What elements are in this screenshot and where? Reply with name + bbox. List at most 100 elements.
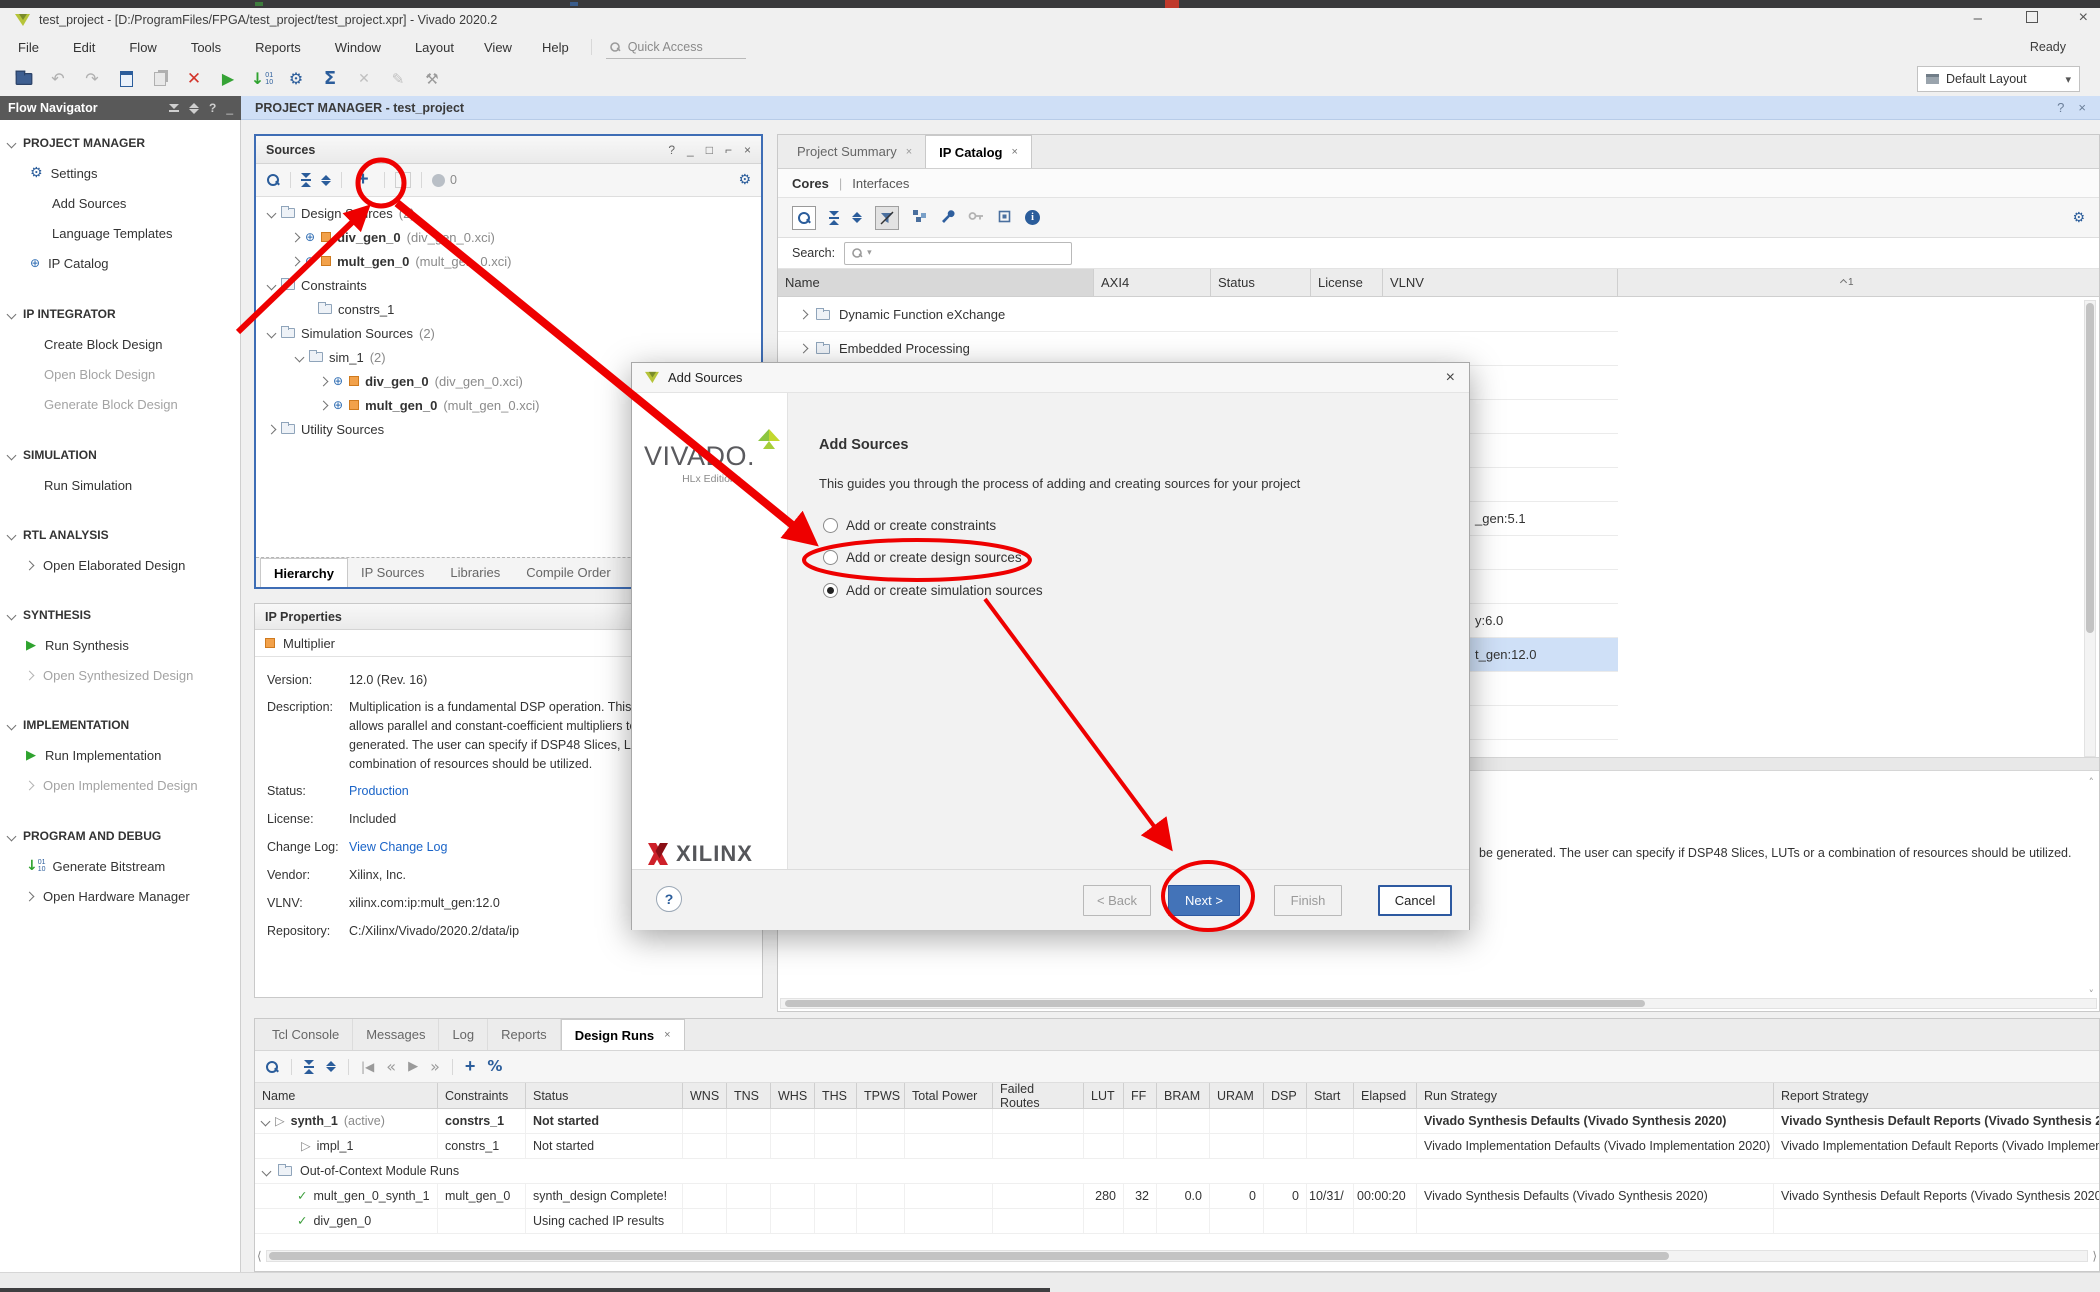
tab-ip-sources[interactable]: IP Sources (348, 558, 437, 587)
sidebar-item-language-templates[interactable]: Language Templates (0, 218, 240, 248)
close-icon[interactable]: × (744, 143, 751, 157)
dialog-title-bar[interactable]: Add Sources × (632, 363, 1469, 393)
tab-log[interactable]: Log (439, 1019, 488, 1050)
expand-all-icon[interactable] (326, 1061, 336, 1072)
tab-ip-catalog[interactable]: IP Catalog× (925, 135, 1032, 168)
col-constraints[interactable]: Constraints (438, 1083, 526, 1108)
expand-all-icon[interactable] (852, 212, 862, 223)
expand-all-icon[interactable] (189, 103, 199, 114)
open-project-icon[interactable] (12, 67, 36, 91)
col-status[interactable]: Status (526, 1083, 683, 1108)
help-button[interactable]: ? (656, 886, 682, 912)
radio-add-design-sources[interactable]: Add or create design sources (823, 550, 1022, 565)
copy-icon[interactable] (148, 67, 172, 91)
minimize-panel-icon[interactable]: _ (226, 101, 233, 115)
section-program-debug[interactable]: PROGRAM AND DEBUG (0, 821, 240, 851)
menu-file[interactable]: File (18, 40, 39, 55)
menu-view[interactable]: View (484, 40, 512, 55)
run-row-ooc-group[interactable]: Out-of-Context Module Runs (255, 1159, 2099, 1184)
tree-item-div-gen[interactable]: ⊕div_gen_0(div_gen_0.xci) (256, 225, 761, 249)
scrollbar-thumb[interactable] (269, 1252, 1669, 1260)
sidebar-item-run-simulation[interactable]: Run Simulation (0, 470, 240, 500)
col-bram[interactable]: BRAM (1157, 1083, 1210, 1108)
info-icon[interactable]: i (1025, 210, 1040, 225)
scroll-left-icon[interactable]: ⟨ (257, 1250, 262, 1262)
help-icon[interactable]: ? (2057, 100, 2064, 115)
sidebar-item-generate-bitstream[interactable]: ↓0110Generate Bitstream (0, 851, 240, 881)
sources-panel-header[interactable]: Sources ? _ □ ⌐ × (256, 136, 761, 164)
collapse-all-icon[interactable] (829, 211, 839, 225)
tab-reports[interactable]: Reports (488, 1019, 561, 1050)
float-panel-icon[interactable]: ⌐ (725, 143, 732, 157)
search-icon[interactable] (265, 1060, 279, 1074)
filter-toggle-icon[interactable] (875, 206, 899, 230)
catalog-hscrollbar[interactable] (780, 998, 2097, 1009)
col-dsp[interactable]: DSP (1264, 1083, 1307, 1108)
settings-gear-icon[interactable]: ⚙ (284, 67, 308, 91)
sidebar-item-run-synthesis[interactable]: ▶Run Synthesis (0, 630, 240, 660)
run-row-synth1[interactable]: ▷synth_1(active) constrs_1 Not started V… (255, 1109, 2099, 1134)
catalog-vscrollbar[interactable] (2084, 300, 2096, 757)
cancel-button[interactable]: Cancel (1378, 885, 1452, 916)
tab-hierarchy[interactable]: Hierarchy (260, 558, 348, 587)
next-button[interactable]: Next > (1168, 885, 1240, 916)
col-lut[interactable]: LUT (1084, 1083, 1124, 1108)
collapse-all-icon[interactable] (301, 173, 311, 187)
section-implementation[interactable]: IMPLEMENTATION (0, 710, 240, 740)
status-link[interactable]: Production (349, 782, 409, 801)
col-ths[interactable]: THS (815, 1083, 857, 1108)
help-icon[interactable]: ? (209, 101, 216, 115)
report-icon[interactable] (114, 67, 138, 91)
col-ff[interactable]: FF (1124, 1083, 1157, 1108)
run-row-impl1[interactable]: ▷impl_1 constrs_1 Not started Vivado Imp… (255, 1134, 2099, 1159)
sidebar-item-run-implementation[interactable]: ▶Run Implementation (0, 740, 240, 770)
create-run-button[interactable]: + (465, 1056, 476, 1077)
tree-item-constrs-1[interactable]: constrs_1 (256, 297, 761, 321)
col-tpws[interactable]: TPWS (857, 1083, 905, 1108)
runs-hscrollbar[interactable]: ⟨ ⟩ (257, 1249, 2097, 1263)
menu-layout[interactable]: Layout (415, 40, 454, 55)
tree-item-mult-gen[interactable]: ⊕mult_gen_0(mult_gen_0.xci) (256, 249, 761, 273)
col-tns[interactable]: TNS (727, 1083, 771, 1108)
search-icon[interactable] (266, 173, 280, 187)
col-failed-routes[interactable]: Failed Routes (993, 1083, 1084, 1108)
section-project-manager[interactable]: PROJECT MANAGER (0, 128, 240, 158)
sum-icon[interactable]: Σ (318, 67, 342, 91)
sidebar-item-settings[interactable]: ⚙Settings (0, 158, 240, 188)
add-sources-button[interactable]: + (352, 169, 374, 191)
sidebar-item-create-block-design[interactable]: Create Block Design (0, 329, 240, 359)
tab-tcl-console[interactable]: Tcl Console (259, 1019, 353, 1050)
close-icon[interactable]: × (2079, 9, 2088, 27)
catalog-row-embedded[interactable]: Embedded Processing (778, 332, 1618, 366)
section-simulation[interactable]: SIMULATION (0, 440, 240, 470)
col-start[interactable]: Start (1307, 1083, 1354, 1108)
tab-messages[interactable]: Messages (353, 1019, 439, 1050)
menu-tools[interactable]: Tools (191, 40, 221, 55)
menu-edit[interactable]: Edit (73, 40, 95, 55)
radio-add-simulation-sources[interactable]: Add or create simulation sources (823, 583, 1043, 598)
menu-window[interactable]: Window (335, 40, 381, 55)
col-uram[interactable]: URAM (1210, 1083, 1264, 1108)
minimize-panel-icon[interactable]: _ (687, 143, 694, 157)
undo-icon[interactable]: ↶ (46, 67, 70, 91)
tree-item-simulation-sources[interactable]: Simulation Sources(2) (256, 321, 761, 345)
radio-add-constraints[interactable]: Add or create constraints (823, 518, 996, 533)
run-row-div-gen[interactable]: ✓div_gen_0 Using cached IP results (255, 1209, 2099, 1234)
customize-wrench-icon[interactable] (940, 209, 955, 227)
tree-item-design-sources[interactable]: Design Sources(2) (256, 201, 761, 225)
section-ip-integrator[interactable]: IP INTEGRATOR (0, 299, 240, 329)
change-log-link[interactable]: View Change Log (349, 838, 447, 857)
collapse-all-icon[interactable] (304, 1060, 314, 1074)
sidebar-item-add-sources[interactable]: Add Sources (0, 188, 240, 218)
help-icon[interactable]: ? (668, 143, 675, 157)
gear-icon[interactable]: ⚙ (738, 173, 751, 187)
tree-item-constraints[interactable]: Constraints (256, 273, 761, 297)
probe-icon[interactable]: ⚒ (420, 67, 444, 91)
percent-icon[interactable]: % (487, 1059, 502, 1074)
tab-project-summary[interactable]: Project Summary× (784, 135, 925, 168)
sidebar-item-ip-catalog[interactable]: ⊕IP Catalog (0, 248, 240, 278)
tab-libraries[interactable]: Libraries (437, 558, 513, 587)
quick-access-input[interactable]: Quick Access (606, 35, 746, 59)
menu-flow[interactable]: Flow (129, 40, 156, 55)
subtab-interfaces[interactable]: Interfaces (852, 176, 909, 191)
